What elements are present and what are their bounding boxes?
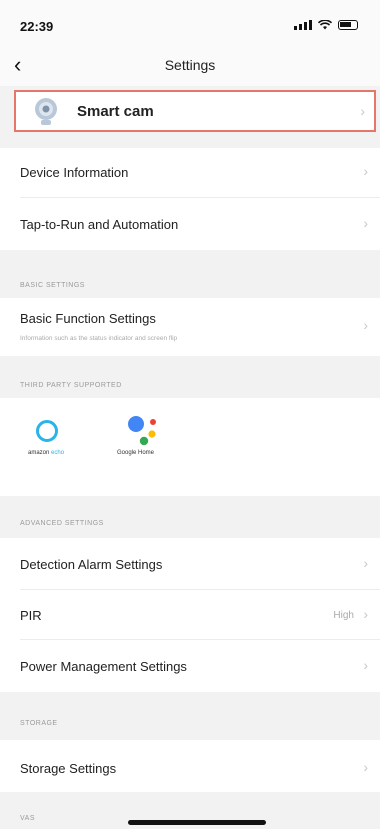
status-time: 22:39 [20, 19, 54, 34]
google-assistant-icon [128, 416, 156, 446]
battery-icon [338, 20, 358, 30]
storage-settings-row[interactable]: Storage Settings › [0, 740, 380, 792]
device-header-row[interactable]: Smart cam › [14, 90, 376, 132]
device-name: Smart cam [77, 103, 154, 120]
pir-row[interactable]: PIR High › [0, 590, 380, 640]
pir-value: High [333, 610, 354, 621]
navigation-bar: ‹ Settings [0, 44, 380, 86]
status-icons [294, 20, 358, 30]
storage-settings-label: Storage Settings [20, 761, 117, 776]
status-bar: 22:39 [0, 0, 380, 44]
chevron-right-icon: › [360, 103, 365, 119]
chevron-right-icon: › [363, 317, 368, 333]
page-title: Settings [164, 57, 216, 73]
detection-alarm-settings-row[interactable]: Detection Alarm Settings › [0, 538, 380, 590]
basic-function-label: Basic Function Settings [20, 311, 156, 326]
pir-label: PIR [20, 608, 42, 623]
chevron-right-icon: › [363, 163, 368, 179]
wifi-icon [318, 20, 332, 30]
power-management-settings-row[interactable]: Power Management Settings › [0, 640, 380, 692]
alexa-icon [36, 420, 58, 442]
signal-icon [294, 20, 312, 30]
chevron-right-icon: › [363, 555, 368, 571]
basic-function-settings-row[interactable]: Basic Function Settings Information such… [0, 298, 380, 356]
section-header-third-party: THIRD PARTY SUPPORTED [20, 382, 122, 389]
third-party-panel: amazon echo Google Home [0, 398, 380, 496]
power-management-label: Power Management Settings [20, 659, 187, 674]
section-header-advanced: ADVANCED SETTINGS [20, 520, 104, 527]
section-header-vas: VAS [20, 815, 35, 822]
tap-to-run-row[interactable]: Tap-to-Run and Automation › [0, 198, 380, 250]
camera-icon [35, 98, 57, 125]
home-indicator [128, 820, 266, 825]
chevron-right-icon: › [363, 606, 368, 622]
section-header-basic: BASIC SETTINGS [20, 282, 85, 289]
chevron-right-icon: › [363, 759, 368, 775]
alexa-label: amazon echo [28, 450, 65, 456]
device-information-row[interactable]: Device Information › [0, 148, 380, 198]
chevron-right-icon: › [363, 215, 368, 231]
section-header-storage: STORAGE [20, 720, 58, 727]
detection-alarm-label: Detection Alarm Settings [20, 557, 163, 572]
google-home-label: Google Home [117, 450, 155, 456]
basic-function-subtitle: Information such as the status indicator… [20, 335, 178, 342]
device-information-label: Device Information [20, 165, 129, 180]
tap-to-run-label: Tap-to-Run and Automation [20, 217, 179, 232]
chevron-right-icon: › [363, 657, 368, 673]
